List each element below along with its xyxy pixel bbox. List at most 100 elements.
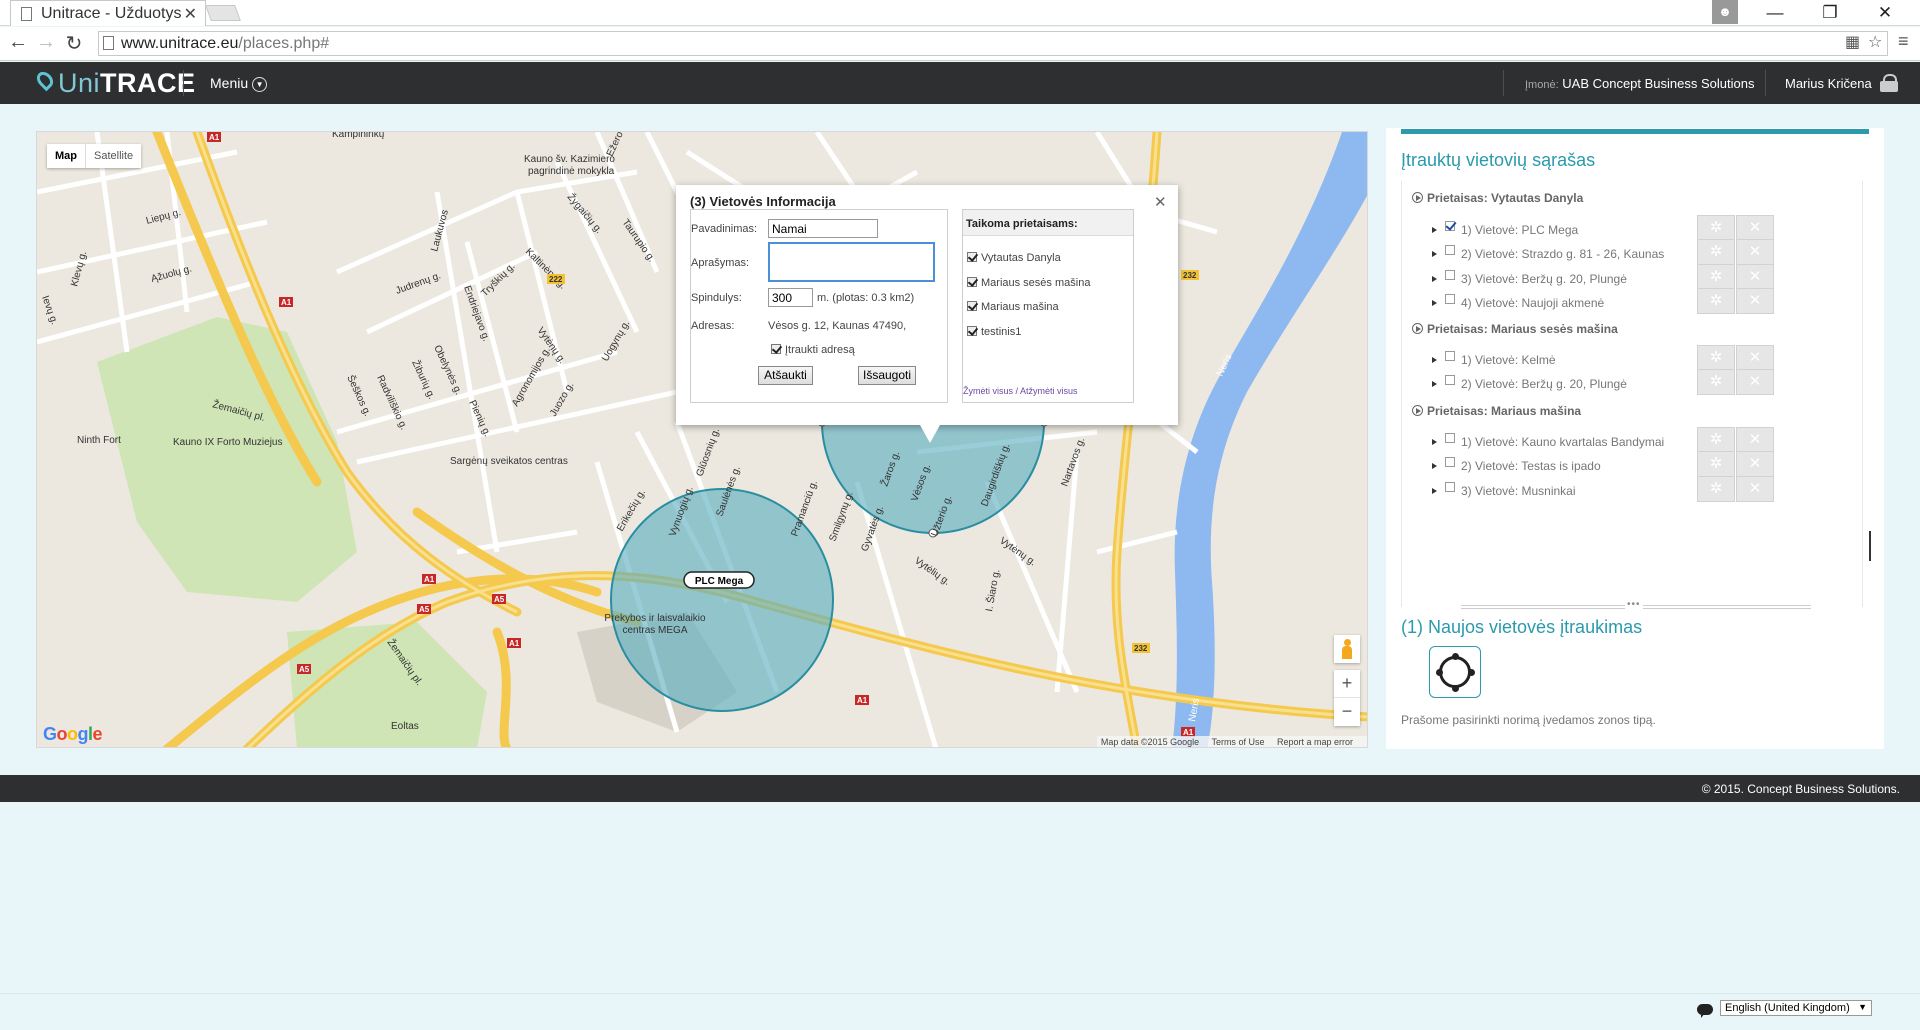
delete-location-button[interactable]: ✕ — [1736, 288, 1774, 314]
map-label: Ežero g. — [605, 132, 631, 158]
edit-location-button[interactable]: ✲ — [1697, 215, 1735, 241]
radius-input[interactable] — [768, 288, 813, 307]
list-item[interactable]: 2) Vietovė: Strazdo g. 81 - 26, Kaunas — [1432, 245, 1664, 261]
edit-location-button[interactable]: ✲ — [1697, 288, 1735, 314]
drag-handle-icon[interactable]: ••• — [1625, 599, 1643, 610]
back-icon[interactable]: ← — [6, 31, 30, 54]
infowindow-close-icon[interactable]: ✕ — [1154, 193, 1167, 211]
resize-divider[interactable]: ••• — [1461, 599, 1811, 610]
device-row[interactable]: testinis1 — [967, 326, 1021, 338]
list-item[interactable]: 2) Vietovė: Beržų g. 20, Plungė — [1432, 375, 1627, 391]
list-item[interactable]: 3) Vietovė: Musninkai — [1432, 482, 1576, 498]
expand-triangle-icon[interactable] — [1432, 251, 1437, 257]
list-item[interactable]: 1) Vietovė: PLC Mega — [1432, 221, 1578, 237]
delete-location-button[interactable]: ✕ — [1736, 345, 1774, 371]
logout-lock-icon[interactable] — [1880, 74, 1898, 92]
list-item[interactable]: 2) Vietovė: Testas is ipado — [1432, 457, 1601, 473]
language-select[interactable]: English (United Kingdom) ▼ — [1720, 1000, 1872, 1016]
location-checkbox[interactable] — [1445, 433, 1455, 443]
bookmark-star-icon[interactable]: ☆ — [1868, 32, 1882, 52]
translate-icon[interactable]: ▦ — [1845, 32, 1860, 52]
expand-triangle-icon[interactable] — [1432, 439, 1437, 445]
location-checkbox[interactable] — [1445, 375, 1455, 385]
unitrace-logo[interactable]: UniTRACE — [33, 68, 196, 98]
save-button[interactable]: Išsaugoti — [858, 366, 916, 385]
device-group-header[interactable]: Prietaisas: Mariaus mašina — [1412, 404, 1581, 418]
expand-triangle-icon[interactable] — [1432, 276, 1437, 282]
menu-label: Meniu — [210, 75, 249, 91]
user-name[interactable]: Marius Kričena — [1785, 76, 1872, 91]
map-type-map-button[interactable]: Map — [47, 144, 85, 168]
delete-location-button[interactable]: ✕ — [1736, 369, 1774, 395]
device-checkbox[interactable] — [967, 326, 977, 336]
window-close-icon[interactable]: ✕ — [1865, 0, 1905, 26]
expand-triangle-icon[interactable] — [1432, 300, 1437, 306]
location-checkbox[interactable] — [1445, 270, 1455, 280]
edit-location-button[interactable]: ✲ — [1697, 451, 1735, 477]
location-checkbox[interactable] — [1445, 351, 1455, 361]
expand-circle-icon — [1412, 405, 1423, 416]
location-checkbox[interactable] — [1445, 482, 1455, 492]
circle-zone-tool-button[interactable] — [1429, 646, 1481, 698]
browser-tab[interactable]: Unitrace - Užduotys ✕ — [10, 0, 206, 26]
device-checkbox[interactable] — [967, 277, 977, 287]
include-address-row[interactable]: Įtraukti adresą — [771, 344, 855, 356]
edit-location-button[interactable]: ✲ — [1697, 427, 1735, 453]
device-group-header[interactable]: Prietaisas: Mariaus sesės mašina — [1412, 322, 1618, 336]
minimize-icon[interactable]: — — [1755, 0, 1795, 26]
list-scrollbar[interactable] — [1869, 531, 1871, 561]
device-row[interactable]: Mariaus mašina — [967, 301, 1059, 313]
maximize-icon[interactable]: ❐ — [1810, 0, 1850, 26]
delete-location-button[interactable]: ✕ — [1736, 264, 1774, 290]
edit-location-button[interactable]: ✲ — [1697, 264, 1735, 290]
zoom-out-button[interactable]: − — [1334, 698, 1360, 726]
list-item[interactable]: 3) Vietovė: Beržų g. 20, Plungė — [1432, 270, 1627, 286]
location-checkbox[interactable] — [1445, 245, 1455, 255]
name-input[interactable] — [768, 219, 878, 238]
tab-close-icon[interactable]: ✕ — [184, 4, 197, 24]
expand-triangle-icon[interactable] — [1432, 463, 1437, 469]
edit-location-button[interactable]: ✲ — [1697, 239, 1735, 265]
main-menu-button[interactable]: Meniu ▼ — [210, 75, 268, 92]
delete-location-button[interactable]: ✕ — [1736, 427, 1774, 453]
map-label: pagrindinė mokykla — [528, 166, 615, 177]
location-checkbox[interactable] — [1445, 221, 1455, 231]
device-row[interactable]: Mariaus sesės mašina — [967, 277, 1090, 289]
profile-icon[interactable]: ☻ — [1712, 0, 1738, 24]
description-input[interactable] — [768, 242, 935, 282]
url-input[interactable]: www.unitrace.eu/places.php# — [98, 31, 1888, 56]
terms-link[interactable]: Terms of Use — [1211, 737, 1264, 747]
delete-location-button[interactable]: ✕ — [1736, 451, 1774, 477]
delete-location-button[interactable]: ✕ — [1736, 476, 1774, 502]
expand-triangle-icon[interactable] — [1432, 381, 1437, 387]
list-item[interactable]: 1) Vietovė: Kauno kvartalas Bandymai — [1432, 433, 1664, 449]
locations-list[interactable]: Prietaisas: Vytautas Danyla 1) Vietovė: … — [1401, 181, 1871, 607]
edit-location-button[interactable]: ✲ — [1697, 345, 1735, 371]
device-checkbox[interactable] — [967, 301, 977, 311]
list-item[interactable]: 4) Vietovė: Naujoji akmenė — [1432, 294, 1604, 310]
forward-icon[interactable]: → — [34, 31, 58, 54]
list-item[interactable]: 1) Vietovė: Kelmė — [1432, 351, 1556, 367]
street-view-pegman-icon[interactable] — [1334, 635, 1360, 663]
delete-location-button[interactable]: ✕ — [1736, 239, 1774, 265]
reload-icon[interactable]: ↻ — [62, 31, 86, 56]
map-type-satellite-button[interactable]: Satellite — [85, 144, 141, 168]
zoom-in-button[interactable]: + — [1334, 670, 1360, 698]
include-address-checkbox[interactable] — [771, 344, 781, 354]
expand-triangle-icon[interactable] — [1432, 488, 1437, 494]
expand-triangle-icon[interactable] — [1432, 227, 1437, 233]
new-tab-button[interactable] — [205, 5, 241, 21]
chrome-menu-icon[interactable]: ≡ — [1898, 31, 1909, 52]
cancel-button[interactable]: Atšaukti — [758, 366, 813, 385]
report-error-link[interactable]: Report a map error — [1277, 737, 1353, 747]
location-checkbox[interactable] — [1445, 457, 1455, 467]
device-group-header[interactable]: Prietaisas: Vytautas Danyla — [1412, 191, 1583, 205]
device-checkbox[interactable] — [967, 252, 977, 262]
device-row[interactable]: Vytautas Danyla — [967, 252, 1061, 264]
expand-triangle-icon[interactable] — [1432, 357, 1437, 363]
edit-location-button[interactable]: ✲ — [1697, 369, 1735, 395]
select-all-link[interactable]: Žymėti visus / Atžymėti visus — [963, 386, 1078, 396]
edit-location-button[interactable]: ✲ — [1697, 476, 1735, 502]
delete-location-button[interactable]: ✕ — [1736, 215, 1774, 241]
location-checkbox[interactable] — [1445, 294, 1455, 304]
